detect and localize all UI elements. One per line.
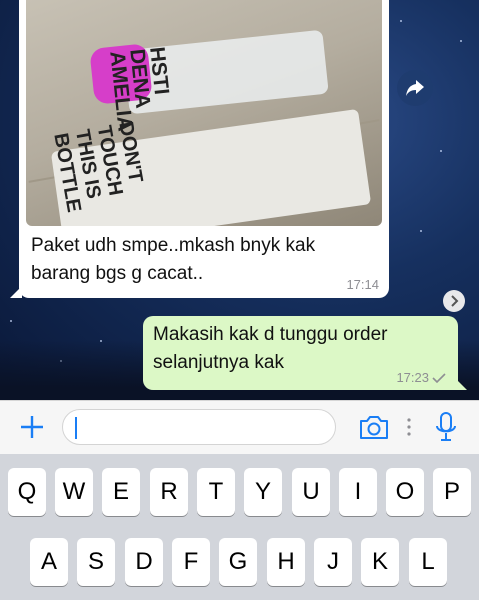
key-d[interactable]: D bbox=[125, 538, 163, 586]
key-j[interactable]: J bbox=[314, 538, 352, 586]
camera-icon[interactable] bbox=[358, 413, 390, 441]
key-u[interactable]: U bbox=[292, 468, 330, 516]
single-check-icon bbox=[432, 372, 446, 383]
microphone-icon[interactable] bbox=[434, 411, 458, 443]
key-i[interactable]: I bbox=[339, 468, 377, 516]
outgoing-message-meta: 17:23 bbox=[396, 370, 446, 385]
incoming-message-time: 17:14 bbox=[346, 277, 379, 292]
key-r[interactable]: R bbox=[150, 468, 188, 516]
message-input-bar bbox=[0, 400, 479, 454]
key-p[interactable]: P bbox=[433, 468, 471, 516]
key-e[interactable]: E bbox=[102, 468, 140, 516]
forward-button[interactable] bbox=[397, 70, 433, 106]
key-f[interactable]: F bbox=[172, 538, 210, 586]
key-q[interactable]: Q bbox=[8, 468, 46, 516]
key-w[interactable]: W bbox=[55, 468, 93, 516]
message-photo[interactable]: HSTI DENA AMELIA DON'T TOUCH THIS IS BOT… bbox=[26, 0, 382, 226]
outgoing-message-time: 17:23 bbox=[396, 370, 429, 385]
key-l[interactable]: L bbox=[409, 538, 447, 586]
key-h[interactable]: H bbox=[267, 538, 305, 586]
message-input[interactable] bbox=[62, 409, 336, 445]
key-y[interactable]: Y bbox=[244, 468, 282, 516]
text-cursor bbox=[75, 417, 77, 439]
key-g[interactable]: G bbox=[219, 538, 257, 586]
outgoing-message-text: Makasih kak d tunggu order selanjutnya k… bbox=[153, 324, 388, 373]
key-t[interactable]: T bbox=[197, 468, 235, 516]
chat-background: HSTI DENA AMELIA DON'T TOUCH THIS IS BOT… bbox=[0, 0, 479, 400]
key-s[interactable]: S bbox=[77, 538, 115, 586]
plus-icon[interactable] bbox=[18, 413, 46, 441]
key-a[interactable]: A bbox=[30, 538, 68, 586]
more-dots-icon[interactable] bbox=[406, 417, 412, 437]
forward-icon bbox=[406, 80, 424, 96]
key-k[interactable]: K bbox=[361, 538, 399, 586]
keyboard: Q W E R T Y U I O P A S D F G H J K L bbox=[0, 454, 479, 600]
incoming-message-bubble[interactable]: HSTI DENA AMELIA DON'T TOUCH THIS IS BOT… bbox=[10, 0, 389, 298]
chevron-right-icon bbox=[451, 295, 459, 307]
scroll-down-button[interactable] bbox=[443, 290, 465, 312]
outgoing-message-bubble[interactable]: Makasih kak d tunggu order selanjutnya k… bbox=[143, 316, 467, 390]
incoming-message-text: Paket udh smpe..mkash bnyk kak barang bg… bbox=[31, 235, 316, 284]
key-o[interactable]: O bbox=[386, 468, 424, 516]
